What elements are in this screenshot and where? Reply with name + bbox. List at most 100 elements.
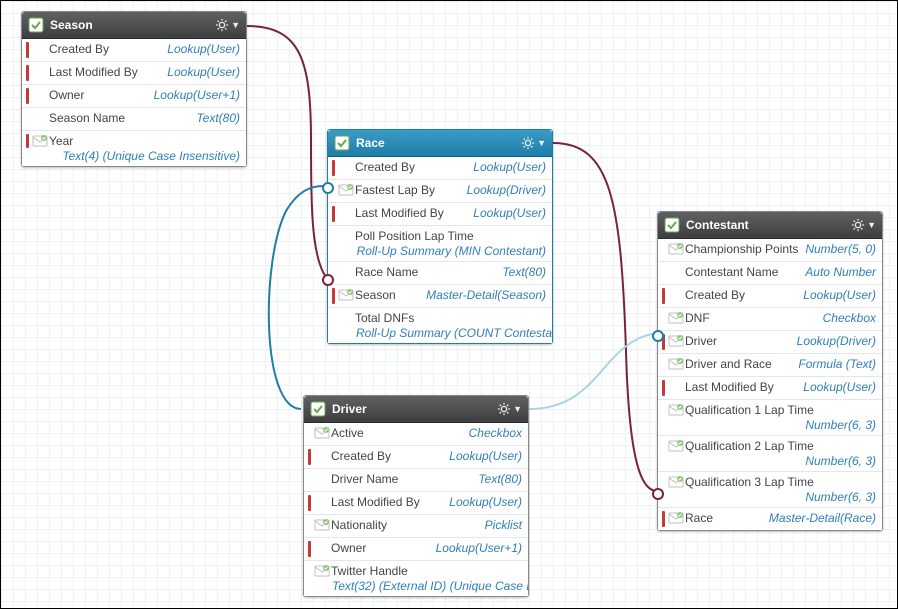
field-row[interactable]: RaceMaster-Detail(Race) xyxy=(658,507,882,530)
field-type: Master-Detail(Race) xyxy=(769,511,876,525)
indexed-icon xyxy=(667,311,685,325)
indexed-icon xyxy=(337,183,355,197)
field-label: Driver xyxy=(685,334,717,348)
field-row[interactable]: NationalityPicklist xyxy=(304,514,528,537)
entity-contestant[interactable]: Contestant ▼ Championship PointsNumber(5… xyxy=(657,211,883,531)
entity-menu-button[interactable]: ▼ xyxy=(851,218,876,232)
indexed-icon xyxy=(313,426,331,440)
indexed-icon xyxy=(667,334,685,348)
field-label: Race Name xyxy=(355,265,418,279)
field-label: Contestant Name xyxy=(685,265,778,279)
field-type: Lookup(User) xyxy=(473,206,546,220)
gear-icon xyxy=(851,218,865,232)
field-row[interactable]: Race NameText(80) xyxy=(328,261,552,284)
field-row[interactable]: Last Modified ByLookup(User) xyxy=(304,491,528,514)
field-label: Last Modified By xyxy=(49,65,138,79)
field-label: Total DNFs xyxy=(355,311,543,325)
field-row[interactable]: Season Master-Detail(Season) xyxy=(328,284,552,307)
entity-menu-button[interactable]: ▼ xyxy=(521,136,546,150)
field-row[interactable]: Qualification 3 Lap TimeNumber(6, 3) xyxy=(658,471,882,507)
indexed-icon xyxy=(667,511,685,525)
chevron-down-icon: ▼ xyxy=(537,138,546,148)
entity-header[interactable]: Race ▼ xyxy=(328,130,552,157)
field-type: Text(80) xyxy=(196,111,240,125)
field-type: Checkbox xyxy=(469,426,522,440)
gear-icon xyxy=(215,18,229,32)
field-row[interactable]: Driver and Race Formula (Text) xyxy=(658,353,882,376)
field-type: Lookup(User) xyxy=(167,65,240,79)
custom-object-icon xyxy=(28,17,44,33)
field-label: Active xyxy=(331,426,364,440)
field-label: Owner xyxy=(49,88,84,102)
field-row[interactable]: Championship PointsNumber(5, 0) xyxy=(658,239,882,261)
indexed-icon xyxy=(313,518,331,532)
field-type: Lookup(User) xyxy=(473,160,546,174)
field-type: Master-Detail(Season) xyxy=(426,288,546,302)
field-label: Created By xyxy=(355,160,415,174)
entity-header[interactable]: Driver ▼ xyxy=(304,396,528,423)
indexed-icon xyxy=(313,564,331,578)
field-row[interactable]: Created ByLookup(User) xyxy=(658,284,882,307)
entity-body: Active Checkbox Created ByLookup(User)Driv… xyxy=(304,423,528,596)
indexed-icon xyxy=(667,403,685,417)
field-type: Number(6, 3) xyxy=(662,453,876,468)
field-row[interactable]: Twitter HandleText(32) (External ID) (Un… xyxy=(304,560,528,596)
entity-header[interactable]: Contestant ▼ xyxy=(658,212,882,239)
field-label: Qualification 3 Lap Time xyxy=(685,475,873,489)
field-row[interactable]: Active Checkbox xyxy=(304,423,528,445)
gear-icon xyxy=(497,402,511,416)
entity-driver[interactable]: Driver ▼ Active Checkbox Created ByLookup(… xyxy=(303,395,529,597)
field-row[interactable]: DriverLookup(Driver) xyxy=(658,330,882,353)
field-type: Lookup(User) xyxy=(803,380,876,394)
field-label: Qualification 1 Lap Time xyxy=(685,403,873,417)
relationship-port xyxy=(322,182,334,194)
field-type: Lookup(User+1) xyxy=(436,541,522,555)
field-label: Owner xyxy=(331,541,366,555)
field-label: Season xyxy=(355,288,396,302)
field-row[interactable]: Last Modified ByLookup(User) xyxy=(328,202,552,225)
indexed-icon xyxy=(337,288,355,302)
field-row[interactable]: Contestant NameAuto Number xyxy=(658,261,882,284)
field-row[interactable]: Created By Lookup(User) xyxy=(328,157,552,179)
custom-object-icon xyxy=(334,135,350,151)
field-label: Nationality xyxy=(331,518,387,532)
entity-header[interactable]: Season ▼ xyxy=(22,12,246,39)
field-row[interactable]: DNFCheckbox xyxy=(658,307,882,330)
field-label: Season Name xyxy=(49,111,125,125)
field-row[interactable]: Qualification 2 Lap TimeNumber(6, 3) xyxy=(658,435,882,471)
field-type: Lookup(User) xyxy=(167,42,240,56)
field-label: Driver and Race xyxy=(685,357,772,371)
field-row[interactable]: Qualification 1 Lap TimeNumber(6, 3) xyxy=(658,399,882,435)
field-type: Number(6, 3) xyxy=(662,417,876,432)
field-label: Twitter Handle xyxy=(331,564,519,578)
relationship-port xyxy=(652,488,664,500)
field-row[interactable]: Owner Lookup(User+1) xyxy=(304,537,528,560)
field-label: Created By xyxy=(685,288,745,302)
field-row[interactable]: Last Modified ByLookup(User) xyxy=(658,376,882,399)
field-type: Checkbox xyxy=(823,311,876,325)
field-row[interactable]: Last Modified By Lookup(User) xyxy=(22,61,246,84)
custom-object-icon xyxy=(310,401,326,417)
field-row[interactable]: OwnerLookup(User+1) xyxy=(22,84,246,107)
indexed-icon xyxy=(667,475,685,489)
field-type: Formula (Text) xyxy=(798,357,876,371)
entity-race[interactable]: Race ▼ Created By Lookup(User) Fastest Lap… xyxy=(327,129,553,344)
field-row[interactable]: Fastest Lap ByLookup(Driver) xyxy=(328,179,552,202)
field-label: Created By xyxy=(49,42,109,56)
field-type: Lookup(Driver) xyxy=(467,183,546,197)
field-row[interactable]: Created By Lookup(User) xyxy=(22,39,246,61)
field-row[interactable]: Poll Position Lap TimeRoll-Up Summary (M… xyxy=(328,225,552,261)
entity-menu-button[interactable]: ▼ xyxy=(497,402,522,416)
field-type: Roll-Up Summary (COUNT Contestant) xyxy=(332,325,552,340)
field-row[interactable]: Created ByLookup(User) xyxy=(304,445,528,468)
field-row[interactable]: Season Name Text(80) xyxy=(22,107,246,130)
field-row[interactable]: Driver NameText(80) xyxy=(304,468,528,491)
field-type: Text(32) (External ID) (Unique Case Inse… xyxy=(308,578,528,593)
field-type: Text(80) xyxy=(478,472,522,486)
field-row[interactable]: YearText(4) (Unique Case Insensitive) xyxy=(22,130,246,166)
schema-canvas[interactable]: Season ▼ Created By Lookup(User) Last Modi… xyxy=(0,0,898,609)
entity-menu-button[interactable]: ▼ xyxy=(215,18,240,32)
field-row[interactable]: Total DNFsRoll-Up Summary (COUNT Contest… xyxy=(328,307,552,343)
entity-season[interactable]: Season ▼ Created ByLookup(User)Last Modi… xyxy=(21,11,247,167)
chevron-down-icon: ▼ xyxy=(867,220,876,230)
